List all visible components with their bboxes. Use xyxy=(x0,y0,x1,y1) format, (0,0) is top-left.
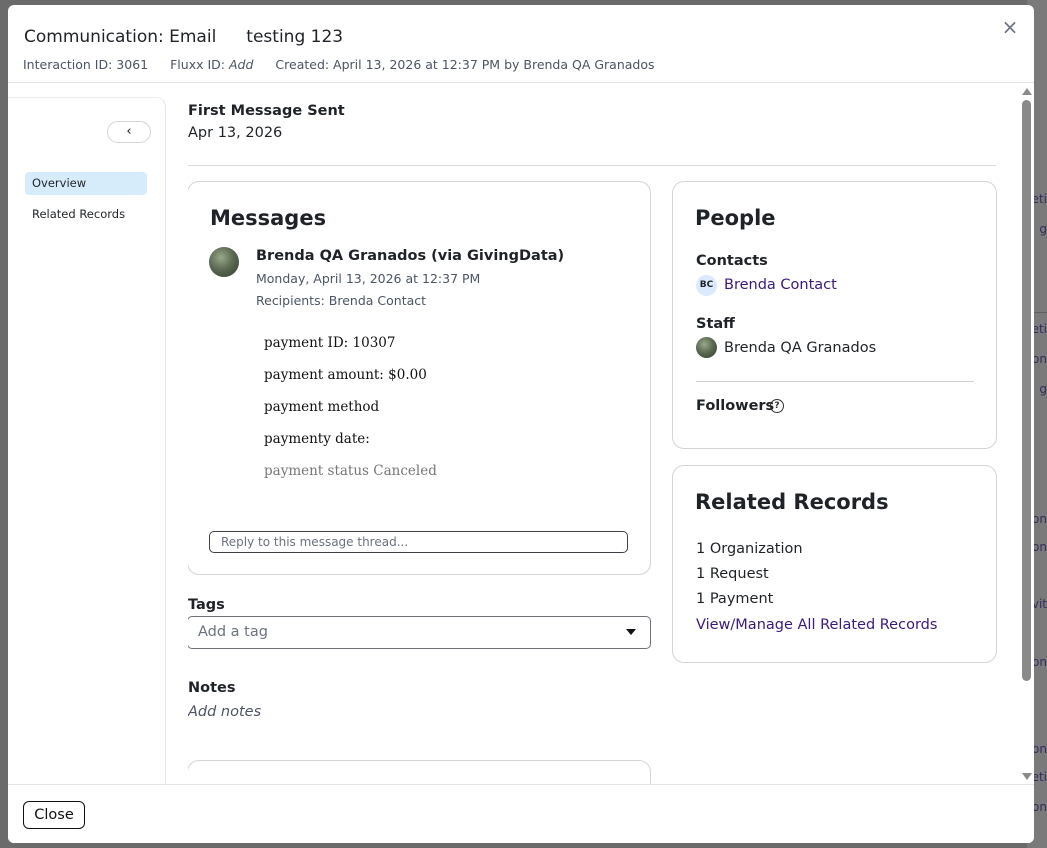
message-body: payment ID: 10307 payment amount: $0.00 … xyxy=(264,334,437,494)
message-date: Monday, April 13, 2026 at 12:37 PM xyxy=(256,271,481,286)
background-text: on xyxy=(1032,540,1047,554)
background-text: on xyxy=(1032,800,1047,814)
sidebar-item-related-records[interactable]: Related Records xyxy=(25,203,147,226)
collapse-sidebar-button[interactable]: ‹ xyxy=(107,121,151,143)
people-card: People Contacts BC Brenda Contact Staff … xyxy=(672,181,997,449)
message-recipients: Recipients: Brenda Contact xyxy=(256,293,427,308)
message-body-line: payment method xyxy=(264,399,380,415)
sidebar-nav: ‹ Overview Related Records xyxy=(8,97,166,787)
sidebar-item-overview[interactable]: Overview xyxy=(25,172,147,195)
help-icon[interactable]: ? xyxy=(770,399,784,413)
contact-initials-avatar: BC xyxy=(696,275,717,296)
scroll-down-arrow-icon[interactable] xyxy=(1022,773,1032,780)
tag-select-placeholder: Add a tag xyxy=(198,624,268,640)
messages-card: Messages Brenda QA Granados (via GivingD… xyxy=(188,181,651,575)
message-body-line: paymenty date: xyxy=(264,431,370,447)
related-payment-count: 1 Payment xyxy=(696,591,774,607)
staff-label: Staff xyxy=(696,316,735,332)
staff-name: Brenda QA Granados xyxy=(724,340,877,356)
modal-footer: Close xyxy=(8,784,1034,843)
lower-card xyxy=(188,760,651,787)
scroll-thumb[interactable] xyxy=(1022,100,1031,681)
modal-title: Communication: Email testing 123 xyxy=(24,27,343,47)
background-text: on xyxy=(1032,742,1047,756)
notes-label: Notes xyxy=(188,680,236,696)
interaction-modal: Communication: Email testing 123 Interac… xyxy=(8,5,1034,843)
background-text: vit xyxy=(1031,597,1047,611)
background-text: g xyxy=(1039,382,1047,396)
modal-header: Communication: Email testing 123 Interac… xyxy=(8,5,1034,83)
chevron-left-icon: ‹ xyxy=(126,124,132,139)
related-records-card: Related Records 1 Organization 1 Request… xyxy=(672,465,997,663)
scroll-up-arrow-icon[interactable] xyxy=(1022,88,1032,95)
fluxx-id: Fluxx ID: Add xyxy=(170,57,253,72)
first-message-date: Apr 13, 2026 xyxy=(188,125,283,141)
modal-title-subject: testing 123 xyxy=(246,27,344,47)
close-button[interactable]: Close xyxy=(23,801,85,829)
avatar xyxy=(696,337,717,358)
modal-meta: Interaction ID: 3061 Fluxx ID: Add Creat… xyxy=(23,57,655,72)
followers-label: Followers xyxy=(696,398,775,414)
message-body-line: payment status Canceled xyxy=(264,463,437,479)
avatar xyxy=(209,247,239,277)
messages-title: Messages xyxy=(210,206,327,230)
reply-input[interactable]: Reply to this message thread... xyxy=(209,531,628,553)
background-text: g xyxy=(1039,222,1047,236)
contacts-label: Contacts xyxy=(696,253,768,269)
close-icon[interactable]: × xyxy=(1000,17,1020,37)
fluxx-id-add-link[interactable]: Add xyxy=(229,57,253,72)
scrollbar[interactable] xyxy=(1019,85,1034,787)
contact-link[interactable]: Brenda Contact xyxy=(724,277,837,293)
message-body-line: payment amount: $0.00 xyxy=(264,367,427,383)
background-text: on xyxy=(1032,352,1047,366)
related-organization-count: 1 Organization xyxy=(696,541,803,557)
background-text: on xyxy=(1032,512,1047,526)
tags-label: Tags xyxy=(188,597,225,613)
people-divider xyxy=(696,381,974,382)
background-text: on xyxy=(1032,655,1047,669)
add-notes-field[interactable]: Add notes xyxy=(188,704,261,720)
interaction-id: Interaction ID: 3061 xyxy=(23,57,149,72)
caret-down-icon xyxy=(626,629,636,635)
message-body-line: payment ID: 10307 xyxy=(264,335,396,351)
tag-select[interactable]: Add a tag xyxy=(188,616,651,649)
view-manage-related-records-link[interactable]: View/Manage All Related Records xyxy=(696,617,937,633)
message-sender: Brenda QA Granados (via GivingData) xyxy=(256,248,565,264)
created-info: Created: April 13, 2026 at 12:37 PM by B… xyxy=(275,57,655,72)
people-title: People xyxy=(695,206,776,230)
related-request-count: 1 Request xyxy=(696,566,769,582)
modal-title-type: Communication: Email xyxy=(24,27,217,47)
fluxx-id-label: Fluxx ID: xyxy=(170,57,225,72)
main-content: First Message Sent Apr 13, 2026 Messages… xyxy=(188,97,1008,787)
section-divider xyxy=(188,165,996,166)
first-message-label: First Message Sent xyxy=(188,103,345,119)
related-records-title: Related Records xyxy=(695,490,889,514)
